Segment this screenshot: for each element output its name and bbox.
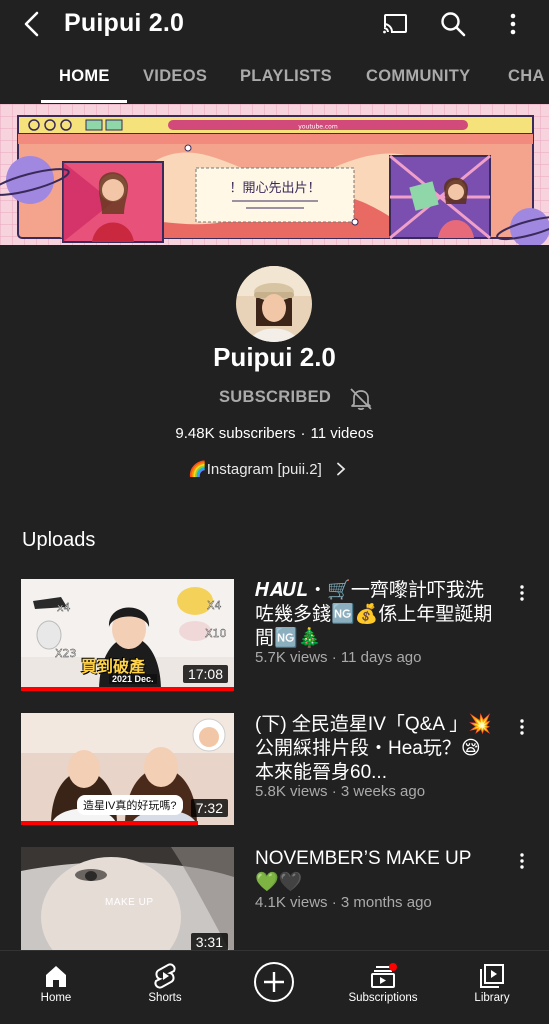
nav-shorts[interactable]: Shorts: [115, 951, 215, 1024]
channel-avatar[interactable]: [236, 266, 312, 342]
thumbnail-caption: 造星IV真的好玩嗎?: [77, 795, 183, 815]
more-options-icon[interactable]: [498, 9, 528, 39]
channel-banner: youtube.com ！開心先出片！: [0, 104, 549, 245]
tab-home[interactable]: HOME: [59, 67, 110, 86]
svg-text:X4: X4: [207, 599, 222, 612]
tab-playlists[interactable]: PLAYLISTS: [240, 67, 332, 86]
nav-home[interactable]: Home: [6, 951, 106, 1024]
subscriber-count: 9.48K subscribers: [175, 425, 296, 442]
channel-title: Puipui 2.0: [64, 9, 185, 37]
nav-shorts-label: Shorts: [148, 992, 182, 1004]
video-row[interactable]: x4 X4 X10 X23 買到破產 2021 Dec. 17:08 𝑯𝑨𝑼𝑳・…: [0, 579, 549, 699]
video-duration: 7:32: [190, 799, 228, 817]
cast-icon[interactable]: [380, 9, 410, 39]
tab-community[interactable]: COMMUNITY: [366, 67, 470, 86]
bottom-navigation: Home Shorts Subscriptions Library: [0, 950, 549, 1024]
svg-text:X10: X10: [205, 627, 227, 640]
nav-library-label: Library: [474, 992, 510, 1004]
subscriptions-icon: [371, 963, 397, 988]
new-content-dot: [389, 963, 397, 971]
video-row[interactable]: 造星IV真的好玩嗎? 7:32 (下) 全民造星IV「Q&A 」💥 公開綵排片段…: [0, 713, 549, 833]
video-title[interactable]: (下) 全民造星IV「Q&A 」💥 公開綵排片段・Hea玩？😪本來能晉身60..…: [255, 713, 495, 785]
search-icon[interactable]: [438, 9, 468, 39]
shorts-icon: [154, 963, 176, 989]
rainbow-emoji: 🌈: [188, 461, 207, 478]
active-tab-indicator: [41, 100, 127, 103]
back-arrow-icon[interactable]: [18, 9, 48, 39]
video-duration: 17:08: [182, 665, 228, 683]
video-more-icon[interactable]: [512, 717, 532, 737]
tab-channels[interactable]: CHA: [508, 67, 545, 86]
channel-link[interactable]: 🌈 Instagram [puii.2]: [188, 460, 348, 478]
create-icon: [254, 962, 294, 1002]
channel-stats: 9.48K subscribers · 11 videos: [0, 425, 549, 442]
video-thumbnail[interactable]: x4 X4 X10 X23 買到破產 2021 Dec. 17:08: [21, 579, 234, 691]
svg-text:X23: X23: [55, 647, 77, 660]
avatar-image: [236, 266, 312, 342]
app-bar: Puipui 2.0: [0, 0, 549, 50]
nav-home-label: Home: [40, 992, 72, 1004]
banner-sign-text: ！開心先出片！: [229, 181, 320, 196]
uploads-heading: Uploads: [22, 529, 96, 551]
subscribe-button[interactable]: SUBSCRIBED: [219, 388, 331, 407]
video-thumbnail[interactable]: 造星IV真的好玩嗎? 7:32: [21, 713, 234, 825]
thumbnail-caption: MAKE UP: [105, 897, 154, 908]
nav-subscriptions-label: Subscriptions: [348, 992, 418, 1004]
banner-art: youtube.com ！開心先出片！: [0, 104, 549, 245]
nav-subscriptions[interactable]: Subscriptions: [333, 951, 433, 1024]
svg-text:x4: x4: [57, 601, 71, 614]
nav-library[interactable]: Library: [442, 951, 542, 1024]
video-title[interactable]: 𝑯𝑨𝑼𝑳・🛒一齊嚟計吓我洗咗幾多錢🆖💰係上年聖誕期間🆖🎄: [255, 579, 495, 651]
thumbnail-subcaption: 2021 Dec.: [109, 674, 157, 684]
video-more-icon[interactable]: [512, 583, 532, 603]
video-more-icon[interactable]: [512, 851, 532, 871]
nav-create[interactable]: [224, 951, 324, 1024]
watch-progress-bar: [21, 687, 234, 691]
watch-progress-bar: [21, 821, 198, 825]
video-thumbnail[interactable]: MAKE UP 3:31: [21, 847, 234, 959]
channel-link-text: Instagram [puii.2]: [206, 460, 322, 478]
video-duration: 3:31: [190, 933, 228, 951]
banner-url: youtube.com: [298, 124, 338, 131]
video-row[interactable]: MAKE UP 3:31 NOVEMBER’S MAKE UP 💚🖤 4.1K …: [0, 847, 549, 967]
library-icon: [480, 964, 504, 988]
video-meta: 5.7K views · 11 days ago: [255, 649, 422, 666]
video-title[interactable]: NOVEMBER’S MAKE UP 💚🖤: [255, 847, 495, 895]
chevron-right-icon: [336, 462, 346, 476]
tab-videos[interactable]: VIDEOS: [143, 67, 207, 86]
video-meta: 4.1K views · 3 months ago: [255, 894, 432, 911]
stats-separator: ·: [300, 425, 306, 442]
notification-bell-off-icon[interactable]: [348, 386, 374, 412]
channel-tabs: HOME VIDEOS PLAYLISTS COMMUNITY CHA: [0, 50, 549, 104]
channel-name: Puipui 2.0: [213, 342, 336, 372]
video-count: 11 videos: [310, 425, 374, 442]
home-icon: [46, 966, 66, 987]
video-meta: 5.8K views · 3 weeks ago: [255, 783, 426, 800]
